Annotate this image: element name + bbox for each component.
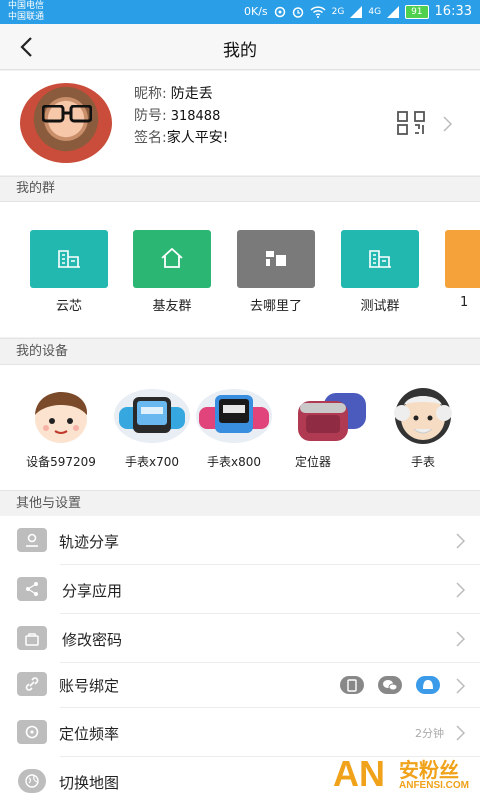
- group-tile[interactable]: [30, 230, 108, 288]
- network-speed: 0K/s: [244, 5, 268, 18]
- group-name: 基友群: [152, 299, 192, 314]
- globe-icon: [18, 769, 46, 793]
- kids-smartwatch: [113, 387, 191, 445]
- devices-list: 设备597209 手表x700 手表x800 定位器 手表: [0, 365, 480, 490]
- status-indicators: 0K/s 2G 4G 91 16:33: [244, 4, 472, 20]
- cartoon-kid-avatar: [22, 387, 100, 445]
- layout-icon: [266, 251, 286, 266]
- chevron-right-icon: [456, 631, 465, 647]
- signal-2-label: 4G: [368, 7, 382, 17]
- id-value: 318488: [170, 109, 221, 124]
- group-tile[interactable]: [133, 230, 211, 288]
- battery-icon: 91: [405, 5, 429, 19]
- id-row: 防号: 318488: [134, 105, 220, 125]
- lock-icon: [17, 626, 47, 650]
- chevron-right-icon: [456, 533, 465, 549]
- signature-label: 签名:: [134, 130, 167, 146]
- link-icon: [17, 672, 47, 696]
- clock: 16:33: [434, 4, 472, 19]
- device-name: 手表: [410, 455, 435, 469]
- status-bar: 中国电信 中国联通 0K/s 2G 4G 91 16:33: [0, 0, 480, 24]
- group-item[interactable]: 去哪里了: [237, 230, 315, 314]
- track-share-icon: [17, 528, 47, 552]
- qr-code-icon[interactable]: [397, 111, 425, 135]
- group-name: 去哪里了: [249, 299, 302, 314]
- settings-item-account-binding[interactable]: 账号绑定: [0, 663, 480, 708]
- watermark-an: AN: [333, 753, 385, 794]
- home-icon: [161, 247, 183, 268]
- avatar[interactable]: [20, 83, 112, 163]
- group-item[interactable]: 1: [445, 230, 480, 310]
- watermark-logo: AN 安粉丝 ANFENSI.COM: [333, 752, 480, 800]
- building-icon: [369, 250, 391, 268]
- nickname-row: 昵称: 防走丢: [134, 83, 213, 103]
- group-item[interactable]: 基友群: [133, 230, 211, 314]
- signal-icon-2: [387, 6, 400, 18]
- frequency-icon: [17, 720, 47, 744]
- profile-card[interactable]: 昵称: 防走丢 防号: 318488 签名:家人平安!: [0, 71, 480, 175]
- bind-icons: [340, 676, 440, 694]
- signature-value: 家人平安!: [166, 130, 229, 146]
- nickname-label: 昵称:: [134, 86, 167, 102]
- group-name: 测试群: [360, 299, 400, 314]
- alarm-icon: [292, 7, 303, 18]
- settings-item-location-frequency[interactable]: 定位频率 2分钟: [0, 708, 480, 757]
- settings-label: 账号绑定: [59, 677, 120, 695]
- groups-list: 云芯 基友群 去哪里了 测试群 1: [0, 202, 480, 337]
- group-tile[interactable]: [445, 230, 480, 288]
- carrier-2: 中国联通: [8, 12, 45, 22]
- group-name: 云芯: [55, 299, 82, 314]
- building-icon: [58, 250, 80, 268]
- avatar-glasses: [42, 105, 92, 123]
- location-icon: [274, 6, 285, 18]
- group-item[interactable]: 云芯: [30, 230, 108, 314]
- settings-item-change-password[interactable]: 修改密码: [0, 614, 480, 663]
- settings-item-share-app[interactable]: 分享应用: [0, 565, 480, 614]
- device-item[interactable]: 设备597209: [13, 387, 109, 470]
- settings-section-title: 其他与设置: [0, 490, 480, 517]
- signal-icon: [350, 6, 363, 18]
- devices-section-title: 我的设备: [0, 338, 480, 365]
- settings-item-track-share[interactable]: 轨迹分享: [0, 516, 480, 565]
- device-name: 设备597209: [26, 455, 96, 469]
- id-label: 防号:: [134, 108, 167, 124]
- settings-label: 修改密码: [62, 631, 123, 649]
- group-item[interactable]: 测试群: [341, 230, 419, 314]
- kids-smartwatch: [195, 387, 273, 445]
- settings-label: 轨迹分享: [59, 533, 120, 551]
- signature-row: 签名:家人平安!: [134, 127, 228, 147]
- chevron-right-icon: [456, 725, 465, 741]
- cartoon-grandpa-avatar: [384, 387, 462, 445]
- app-header: 我的: [0, 24, 480, 70]
- wechat-icon[interactable]: [378, 676, 402, 694]
- page-title: 我的: [223, 41, 257, 61]
- carrier-1: 中国电信: [8, 1, 45, 11]
- nickname-value: 防走丢: [170, 86, 213, 102]
- device-item[interactable]: 手表: [375, 387, 471, 470]
- carrier-names: 中国电信 中国联通: [8, 1, 44, 23]
- settings-label: 定位频率: [59, 725, 120, 743]
- group-tile[interactable]: [341, 230, 419, 288]
- groups-section-title: 我的群: [0, 176, 480, 202]
- profile-chevron-icon: [443, 116, 452, 132]
- group-name: 1: [460, 295, 469, 310]
- frequency-value: 2分钟: [415, 727, 444, 740]
- qq-icon[interactable]: [416, 676, 440, 694]
- device-item[interactable]: 手表x800: [186, 387, 282, 470]
- phone-icon[interactable]: [340, 676, 364, 694]
- watermark-cn: 安粉丝: [399, 758, 459, 782]
- group-tile[interactable]: [237, 230, 315, 288]
- gps-locator: [294, 387, 372, 445]
- watermark-en: ANFENSI.COM: [399, 780, 469, 791]
- chevron-right-icon: [456, 582, 465, 598]
- device-item[interactable]: 定位器: [285, 387, 381, 470]
- settings-label: 分享应用: [62, 582, 123, 600]
- share-icon: [17, 577, 47, 601]
- device-name: 定位器: [295, 455, 332, 469]
- device-name: 手表x800: [206, 455, 261, 469]
- wifi-icon: [310, 6, 326, 18]
- chevron-right-icon: [456, 678, 465, 694]
- signal-1-label: 2G: [331, 7, 345, 17]
- settings-label: 切换地图: [59, 774, 120, 792]
